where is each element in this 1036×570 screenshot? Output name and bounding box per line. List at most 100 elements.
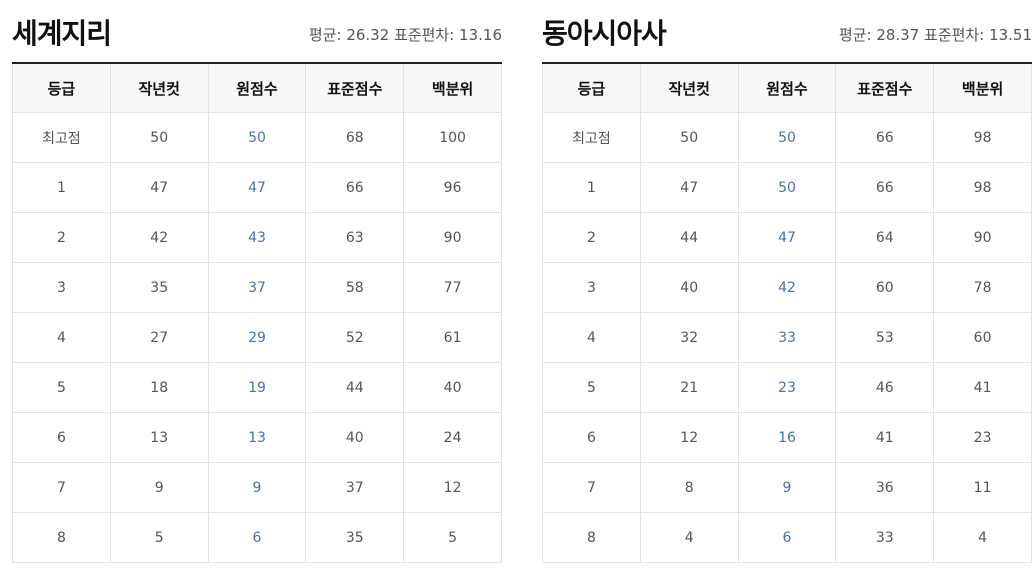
grade-cut-table: 등급 작년컷 원점수 표준점수 백분위 최고점 50 50 66 98 1 47 50 66 98 2 44 47… (542, 62, 1032, 563)
table-row: 5 21 23 46 41 (542, 362, 1032, 413)
cell-percentile: 98 (933, 112, 1032, 163)
table-row: 최고점 50 50 68 100 (12, 112, 502, 163)
table-row: 6 12 16 41 23 (542, 412, 1032, 463)
cell-grade: 2 (12, 212, 111, 263)
header-percentile: 백분위 (403, 62, 502, 113)
cell-last-year-cut: 4 (639, 512, 739, 563)
cell-grade: 6 (542, 412, 641, 463)
table-row: 6 13 13 40 24 (12, 412, 502, 463)
cell-percentile: 90 (933, 212, 1032, 263)
table-row: 1 47 47 66 96 (12, 162, 502, 213)
cell-grade: 7 (542, 462, 641, 513)
cell-standard-score: 64 (835, 212, 935, 263)
cell-last-year-cut: 44 (639, 212, 739, 263)
table-row: 최고점 50 50 66 98 (542, 112, 1032, 163)
cell-raw-score: 9 (207, 462, 307, 513)
cell-raw-score: 50 (737, 112, 837, 163)
table-row: 8 4 6 33 4 (542, 512, 1032, 563)
cell-standard-score: 63 (305, 212, 405, 263)
table-row: 5 18 19 44 40 (12, 362, 502, 413)
cell-standard-score: 66 (835, 162, 935, 213)
table-row: 8 5 6 35 5 (12, 512, 502, 563)
cell-percentile: 12 (403, 462, 502, 513)
cell-raw-score: 13 (207, 412, 307, 463)
header-last-year-cut: 작년컷 (639, 62, 739, 113)
cell-percentile: 90 (403, 212, 502, 263)
cell-raw-score: 19 (207, 362, 307, 413)
cell-raw-score: 6 (737, 512, 837, 563)
header-raw-score: 원점수 (737, 62, 837, 113)
cell-grade: 최고점 (542, 112, 641, 163)
cell-last-year-cut: 21 (639, 362, 739, 413)
cell-last-year-cut: 9 (109, 462, 209, 513)
cell-standard-score: 41 (835, 412, 935, 463)
cell-grade: 8 (12, 512, 111, 563)
cell-grade: 4 (542, 312, 641, 363)
cell-percentile: 5 (403, 512, 502, 563)
panel-title: 세계지리 (12, 17, 112, 50)
table-row: 3 40 42 60 78 (542, 262, 1032, 313)
cell-standard-score: 44 (305, 362, 405, 413)
cell-last-year-cut: 18 (109, 362, 209, 413)
cell-raw-score: 29 (207, 312, 307, 363)
cell-standard-score: 40 (305, 412, 405, 463)
panel-stats: 평균: 26.32 표준편차: 13.16 (308, 26, 502, 44)
table-row: 7 9 9 37 12 (12, 462, 502, 513)
cell-standard-score: 37 (305, 462, 405, 513)
panel-title: 동아시아사 (542, 17, 667, 50)
cell-grade: 5 (542, 362, 641, 413)
cell-last-year-cut: 35 (109, 262, 209, 313)
cell-last-year-cut: 5 (109, 512, 209, 563)
cell-grade: 3 (12, 262, 111, 313)
cell-standard-score: 46 (835, 362, 935, 413)
cell-grade: 5 (12, 362, 111, 413)
cell-standard-score: 36 (835, 462, 935, 513)
table-row: 4 27 29 52 61 (12, 312, 502, 363)
table-row: 2 42 43 63 90 (12, 212, 502, 263)
cell-standard-score: 35 (305, 512, 405, 563)
cell-last-year-cut: 32 (639, 312, 739, 363)
cell-raw-score: 16 (737, 412, 837, 463)
cell-standard-score: 52 (305, 312, 405, 363)
header-row: 등급 작년컷 원점수 표준점수 백분위 (542, 62, 1032, 113)
cell-percentile: 60 (933, 312, 1032, 363)
cell-percentile: 100 (403, 112, 502, 163)
cell-raw-score: 6 (207, 512, 307, 563)
cell-raw-score: 37 (207, 262, 307, 313)
header-last-year-cut: 작년컷 (109, 62, 209, 113)
header-grade: 등급 (12, 62, 111, 113)
cell-last-year-cut: 47 (109, 162, 209, 213)
cell-standard-score: 60 (835, 262, 935, 313)
cell-standard-score: 66 (835, 112, 935, 163)
panel-header: 세계지리 평균: 26.32 표준편차: 13.16 (12, 0, 502, 62)
cell-standard-score: 58 (305, 262, 405, 313)
cell-percentile: 40 (403, 362, 502, 413)
cell-grade: 4 (12, 312, 111, 363)
cell-last-year-cut: 13 (109, 412, 209, 463)
cell-raw-score: 47 (737, 212, 837, 263)
cell-percentile: 23 (933, 412, 1032, 463)
cell-grade: 1 (542, 162, 641, 213)
cell-standard-score: 66 (305, 162, 405, 213)
table-row: 1 47 50 66 98 (542, 162, 1032, 213)
cell-percentile: 61 (403, 312, 502, 363)
cell-grade: 8 (542, 512, 641, 563)
cell-raw-score: 50 (207, 112, 307, 163)
cell-grade: 1 (12, 162, 111, 213)
table-row: 7 8 9 36 11 (542, 462, 1032, 513)
cell-percentile: 4 (933, 512, 1032, 563)
cell-last-year-cut: 40 (639, 262, 739, 313)
table-row: 3 35 37 58 77 (12, 262, 502, 313)
cell-raw-score: 47 (207, 162, 307, 213)
header-standard-score: 표준점수 (305, 62, 405, 113)
cell-raw-score: 50 (737, 162, 837, 213)
header-grade: 등급 (542, 62, 641, 113)
cell-last-year-cut: 12 (639, 412, 739, 463)
cell-grade: 6 (12, 412, 111, 463)
cell-last-year-cut: 50 (639, 112, 739, 163)
east-asian-history-panel: 동아시아사 평균: 28.37 표준편차: 13.51 등급 작년컷 원점수 표준점수… (542, 0, 1032, 563)
cell-percentile: 98 (933, 162, 1032, 213)
panel-header: 동아시아사 평균: 28.37 표준편차: 13.51 (542, 0, 1032, 62)
cell-percentile: 78 (933, 262, 1032, 313)
cell-percentile: 77 (403, 262, 502, 313)
